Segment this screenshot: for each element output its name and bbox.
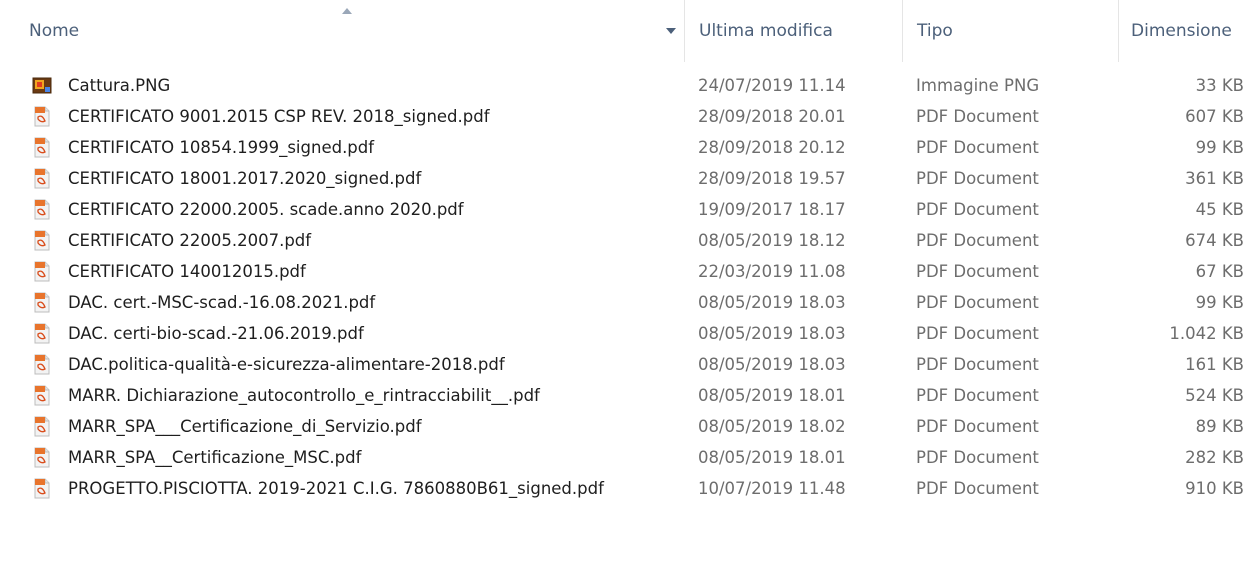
file-row[interactable]: CERTIFICATO 22000.2005. scade.anno 2020.… [0, 194, 1253, 225]
file-type: PDF Document [916, 293, 1039, 312]
file-type: PDF Document [916, 386, 1039, 405]
file-size: 1.042 KB [1169, 324, 1244, 343]
file-name: CERTIFICATO 18001.2017.2020_signed.pdf [68, 169, 422, 188]
file-type: Immagine PNG [916, 76, 1040, 95]
file-row[interactable]: PROGETTO.PISCIOTTA. 2019-2021 C.I.G. 786… [0, 473, 1253, 504]
file-type: PDF Document [916, 107, 1039, 126]
file-modified-date: 08/05/2019 18.01 [698, 448, 846, 467]
column-header-type[interactable]: Tipo [902, 0, 1118, 62]
file-row[interactable]: DAC.politica-qualità-e-sicurezza-aliment… [0, 349, 1253, 380]
file-row[interactable]: CERTIFICATO 10854.1999_signed.pdf 28/09/2… [0, 132, 1253, 163]
file-size: 282 KB [1185, 448, 1244, 467]
file-row[interactable]: CERTIFICATO 9001.2015 CSP REV. 2018_sign… [0, 101, 1253, 132]
file-size: 607 KB [1185, 107, 1244, 126]
file-type: PDF Document [916, 479, 1039, 498]
file-size: 910 KB [1185, 479, 1244, 498]
file-size: 161 KB [1185, 355, 1244, 374]
file-name: CERTIFICATO 10854.1999_signed.pdf [68, 138, 375, 157]
file-modified-date: 19/09/2017 18.17 [698, 200, 846, 219]
file-list: Cattura.PNG 24/07/2019 11.14 Immagine PNG 3… [0, 70, 1253, 588]
file-modified-date: 08/05/2019 18.03 [698, 324, 846, 343]
file-modified-date: 24/07/2019 11.14 [698, 76, 846, 95]
file-modified-date: 10/07/2019 11.48 [698, 479, 846, 498]
file-size: 33 KB [1195, 76, 1244, 95]
file-modified-date: 28/09/2018 19.57 [698, 169, 846, 188]
column-header-size-label: Dimensione [1131, 21, 1232, 41]
file-modified-date: 08/05/2019 18.03 [698, 355, 846, 374]
file-type: PDF Document [916, 324, 1039, 343]
file-name: PROGETTO.PISCIOTTA. 2019-2021 C.I.G. 786… [68, 479, 604, 498]
file-modified-date: 28/09/2018 20.01 [698, 107, 846, 126]
file-size: 99 KB [1195, 138, 1244, 157]
file-row[interactable]: DAC. cert.-MSC-scad.-16.08.2021.pdf 08/05… [0, 287, 1253, 318]
file-row[interactable]: CERTIFICATO 18001.2017.2020_signed.pdf 28… [0, 163, 1253, 194]
file-type: PDF Document [916, 138, 1039, 157]
file-name: CERTIFICATO 22000.2005. scade.anno 2020.… [68, 200, 464, 219]
file-type: PDF Document [916, 169, 1039, 188]
file-row[interactable]: CERTIFICATO 140012015.pdf 22/03/2019 11.0… [0, 256, 1253, 287]
file-size: 361 KB [1185, 169, 1244, 188]
file-modified-date: 08/05/2019 18.01 [698, 386, 846, 405]
file-row[interactable]: MARR. Dichiarazione_autocontrollo_e_rint… [0, 380, 1253, 411]
file-name: MARR_SPA___Certificazione_di_Servizio.pd… [68, 417, 422, 436]
column-header-bar: Nome Ultima modifica Tipo Dimensione [0, 0, 1253, 62]
file-name: DAC.politica-qualità-e-sicurezza-aliment… [68, 355, 505, 374]
column-header-modified-label: Ultima modifica [699, 21, 833, 41]
file-size: 524 KB [1185, 386, 1244, 405]
file-name: Cattura.PNG [68, 76, 171, 95]
file-modified-date: 08/05/2019 18.02 [698, 417, 846, 436]
file-size: 89 KB [1195, 417, 1244, 436]
file-type: PDF Document [916, 417, 1039, 436]
file-type: PDF Document [916, 231, 1039, 250]
file-name: MARR_SPA__Certificazione_MSC.pdf [68, 448, 362, 467]
file-modified-date: 08/05/2019 18.12 [698, 231, 846, 250]
file-row[interactable]: MARR_SPA__Certificazione_MSC.pdf 08/05/20… [0, 442, 1253, 473]
sort-ascending-icon [342, 8, 352, 14]
column-header-name[interactable]: Nome [0, 0, 684, 62]
file-row[interactable]: DAC. certi-bio-scad.-21.06.2019.pdf 08/05… [0, 318, 1253, 349]
file-name: DAC. certi-bio-scad.-21.06.2019.pdf [68, 324, 364, 343]
file-name: DAC. cert.-MSC-scad.-16.08.2021.pdf [68, 293, 376, 312]
file-size: 67 KB [1195, 262, 1244, 281]
file-row[interactable]: Cattura.PNG 24/07/2019 11.14 Immagine PNG 3… [0, 70, 1253, 101]
file-name: CERTIFICATO 22005.2007.pdf [68, 231, 312, 250]
file-row[interactable]: MARR_SPA___Certificazione_di_Servizio.pd… [0, 411, 1253, 442]
file-size: 45 KB [1195, 200, 1244, 219]
file-type: PDF Document [916, 448, 1039, 467]
file-type: PDF Document [916, 262, 1039, 281]
file-size: 674 KB [1185, 231, 1244, 250]
file-type: PDF Document [916, 355, 1039, 374]
file-explorer: Nome Ultima modifica Tipo Dimensione Cat… [0, 0, 1253, 588]
column-header-name-label: Nome [29, 21, 80, 41]
file-modified-date: 22/03/2019 11.08 [698, 262, 846, 281]
file-size: 99 KB [1195, 293, 1244, 312]
column-header-modified[interactable]: Ultima modifica [684, 0, 902, 62]
file-name: CERTIFICATO 9001.2015 CSP REV. 2018_sign… [68, 107, 490, 126]
file-row[interactable]: CERTIFICATO 22005.2007.pdf 08/05/2019 18.… [0, 225, 1253, 256]
file-modified-date: 28/09/2018 20.12 [698, 138, 846, 157]
file-type: PDF Document [916, 200, 1039, 219]
chevron-down-icon[interactable] [666, 28, 676, 34]
file-modified-date: 08/05/2019 18.03 [698, 293, 846, 312]
file-name: CERTIFICATO 140012015.pdf [68, 262, 306, 281]
file-name: MARR. Dichiarazione_autocontrollo_e_rint… [68, 386, 540, 405]
column-header-size[interactable]: Dimensione [1118, 0, 1253, 62]
column-header-type-label: Tipo [917, 21, 953, 41]
